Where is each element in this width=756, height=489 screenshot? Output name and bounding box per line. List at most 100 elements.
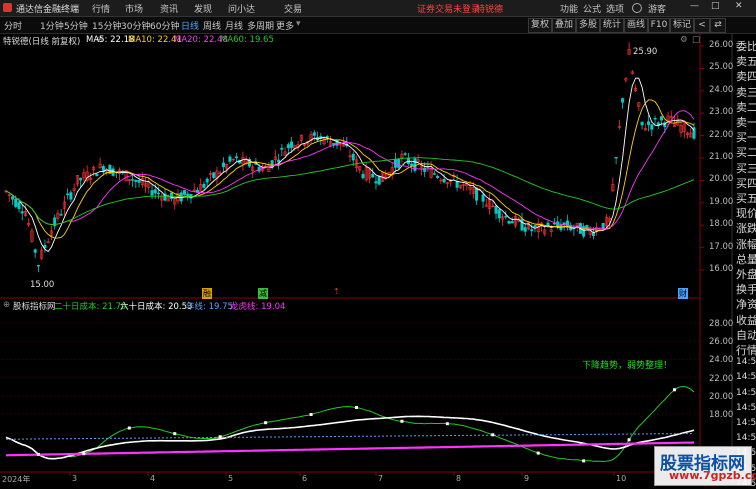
candle-body bbox=[202, 183, 206, 188]
candle-body bbox=[312, 132, 316, 136]
quote-panel-label: 买三 bbox=[736, 161, 756, 175]
x-label-2024: 2024年 bbox=[2, 475, 31, 484]
sub-y-tick: 28.00 bbox=[709, 319, 734, 329]
candle-body bbox=[397, 158, 401, 168]
cost-marker bbox=[127, 426, 131, 430]
candle-body bbox=[137, 180, 141, 183]
candle-body bbox=[455, 180, 459, 188]
x-label-4: 4 bbox=[150, 474, 156, 483]
candle-body bbox=[504, 216, 508, 218]
candle-body bbox=[69, 192, 73, 200]
low-price-label: 15.00 bbox=[30, 280, 55, 290]
quote-panel-label: 卖一 bbox=[736, 116, 756, 129]
candle-body bbox=[14, 198, 18, 207]
candle-body bbox=[277, 159, 281, 163]
candle-body bbox=[351, 153, 355, 161]
candle-body bbox=[286, 144, 290, 149]
quote-panel-label: 卖二 bbox=[736, 100, 756, 114]
candle-body bbox=[640, 121, 644, 126]
candle-body bbox=[621, 98, 625, 103]
candle-body bbox=[533, 225, 537, 228]
cost-marker bbox=[36, 452, 40, 456]
quote-panel-label: 总量 bbox=[736, 252, 756, 266]
main-y-tick: 16.00 bbox=[709, 264, 734, 274]
quote-panel-label: 外盘 bbox=[736, 268, 756, 281]
cost-marker bbox=[400, 419, 404, 423]
candle-body bbox=[205, 178, 209, 183]
candle-body bbox=[647, 121, 651, 126]
quote-panel-label: 卖三 bbox=[736, 85, 756, 99]
sub-y-tick: 20.00 bbox=[709, 391, 734, 402]
x-label-9: 9 bbox=[524, 474, 530, 483]
quote-panel-label: 卖四 bbox=[736, 70, 756, 84]
candle-body bbox=[182, 190, 186, 195]
quote-panel-label: 自动 bbox=[736, 328, 756, 342]
candle-body bbox=[377, 175, 381, 185]
candle-body bbox=[290, 141, 294, 148]
candle-body bbox=[423, 167, 427, 172]
watermark-url: www.7gpzb.com bbox=[669, 469, 756, 482]
x-label-5: 5 bbox=[228, 474, 234, 483]
candle-body bbox=[325, 136, 329, 138]
cost-marker bbox=[491, 433, 495, 437]
candle-body bbox=[79, 177, 83, 181]
candle-body bbox=[36, 265, 40, 267]
candle-body bbox=[660, 116, 664, 121]
candle-body bbox=[481, 194, 485, 202]
candle-body bbox=[520, 218, 524, 231]
candle-body bbox=[374, 181, 378, 184]
candle-body bbox=[403, 153, 407, 155]
quote-panel-label: 现价 bbox=[736, 207, 756, 221]
trend-annotation: 下降趋势，弱势整理！ bbox=[582, 361, 673, 371]
candle-body bbox=[591, 232, 595, 237]
candle-body bbox=[95, 173, 99, 177]
cost-marker bbox=[627, 438, 631, 442]
x-label-10: 10 bbox=[616, 474, 627, 483]
quote-panel-label: 净资 bbox=[736, 298, 756, 312]
sub-y-tick: 18.00 bbox=[709, 410, 734, 420]
quote-panel-label: 买二 bbox=[736, 146, 756, 160]
candle-body bbox=[20, 211, 24, 214]
sub-y-tick: 24.00 bbox=[709, 355, 734, 366]
quote-panel-label: 14:50 bbox=[736, 357, 756, 368]
x-label-8: 8 bbox=[456, 474, 462, 483]
marker-reduce[interactable]: 减 bbox=[258, 288, 268, 299]
candle-body bbox=[234, 156, 238, 159]
sub-y-tick: 22.00 bbox=[709, 373, 734, 384]
candle-body bbox=[66, 193, 70, 196]
candle-body bbox=[153, 189, 157, 194]
sub-y-tick: 26.00 bbox=[709, 337, 734, 348]
quote-panel-label: 14:50 bbox=[736, 372, 756, 383]
marker-arrow-icon: ⇡ bbox=[333, 287, 340, 296]
chart-canvas[interactable] bbox=[0, 0, 756, 487]
main-y-tick: 22.00 bbox=[709, 129, 734, 140]
candle-body bbox=[523, 227, 527, 232]
candle-body bbox=[614, 157, 618, 159]
marker-finance[interactable]: 财 bbox=[678, 288, 688, 299]
marker-margin[interactable]: 融 bbox=[202, 288, 212, 299]
year-line bbox=[6, 433, 695, 440]
candle-body bbox=[221, 162, 225, 168]
quote-panel-label: 14:50 bbox=[736, 433, 756, 444]
candle-body bbox=[157, 192, 161, 195]
candle-body bbox=[436, 175, 440, 178]
cost-marker bbox=[82, 452, 86, 456]
candle-body bbox=[497, 209, 501, 219]
candle-body bbox=[150, 190, 154, 196]
candle-body bbox=[475, 187, 479, 201]
quote-panel-label: 卖五 bbox=[736, 55, 756, 69]
candle-body bbox=[410, 163, 414, 167]
quote-panel-label: 委比 bbox=[736, 40, 756, 53]
main-y-tick: 17.00 bbox=[709, 241, 734, 252]
cost-marker bbox=[309, 412, 313, 416]
cost-marker bbox=[354, 405, 358, 409]
x-label-3: 3 bbox=[72, 474, 78, 483]
candle-body bbox=[59, 214, 63, 216]
candle-body bbox=[494, 205, 498, 214]
candle-body bbox=[552, 222, 556, 225]
main-y-tick: 24.00 bbox=[709, 84, 734, 95]
candle-body bbox=[10, 196, 14, 200]
candle-body bbox=[432, 173, 436, 175]
quote-panel-label: 买四 bbox=[736, 176, 756, 190]
quote-panel-label: 买五 bbox=[736, 192, 756, 205]
